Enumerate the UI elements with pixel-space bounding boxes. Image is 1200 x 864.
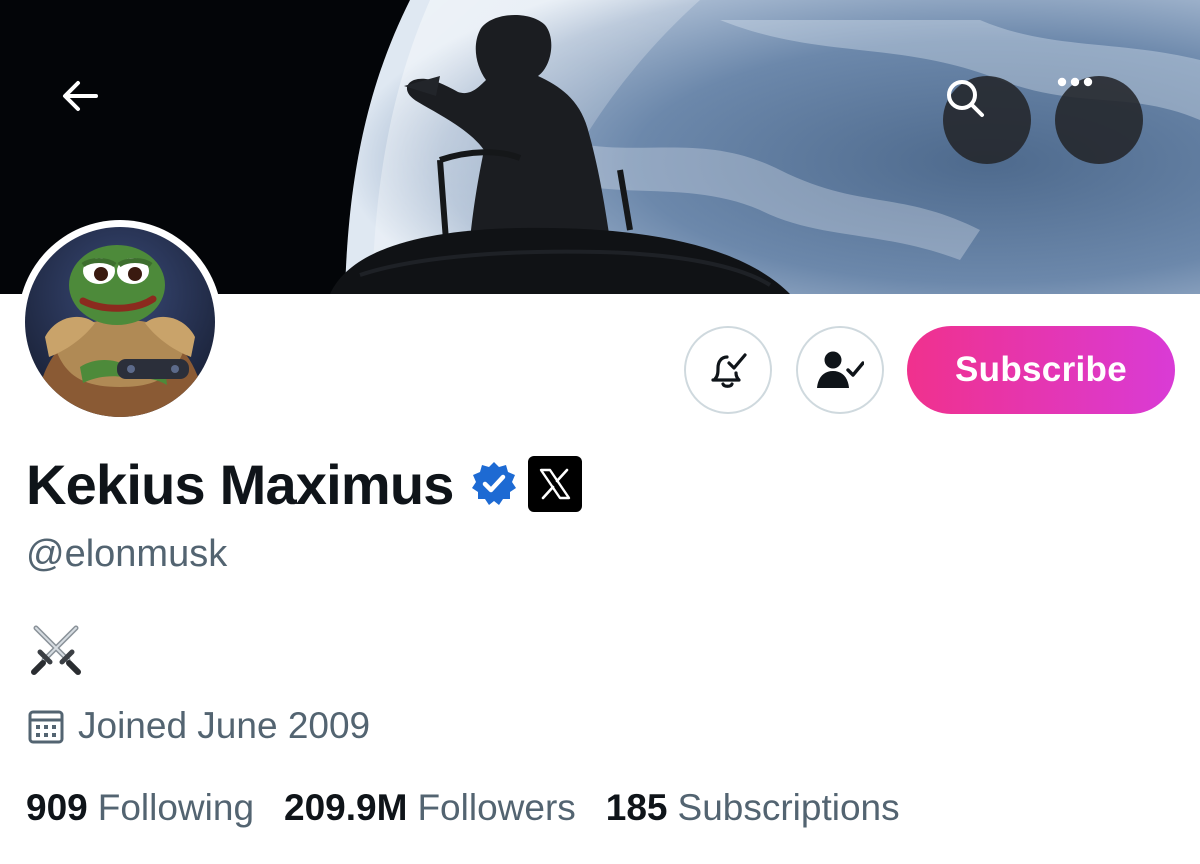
person-check-icon bbox=[817, 351, 864, 388]
display-name-row: Kekius Maximus bbox=[26, 448, 582, 520]
x-affiliation-badge[interactable] bbox=[527, 456, 582, 512]
search-icon bbox=[947, 80, 984, 117]
notifications-button[interactable] bbox=[684, 326, 772, 414]
joined-date: Joined June 2009 bbox=[78, 705, 371, 746]
crossed-swords-icon bbox=[31, 625, 81, 675]
subscriptions-label: Subscriptions bbox=[677, 787, 900, 828]
subscriptions-count: 185 bbox=[605, 787, 668, 828]
arrow-left-icon bbox=[63, 81, 98, 111]
more-button[interactable] bbox=[1055, 76, 1143, 164]
back-button[interactable] bbox=[60, 76, 144, 160]
avatar-image bbox=[25, 227, 215, 417]
following-label: Following bbox=[97, 787, 255, 828]
avatar[interactable] bbox=[18, 220, 222, 424]
followers-count: 209.9M bbox=[284, 787, 408, 828]
profile-stats: 909 Following 209.9M Followers 185 Subsc… bbox=[26, 782, 930, 834]
subscriptions-stat-link[interactable]: 185 Subscriptions bbox=[606, 787, 900, 829]
x-logo-icon bbox=[539, 468, 570, 500]
following-button[interactable] bbox=[796, 326, 884, 414]
display-name: Kekius Maximus bbox=[26, 452, 454, 516]
joined-date-row: Joined June 2009 bbox=[26, 700, 370, 752]
following-stat-link[interactable]: 909 Following bbox=[26, 787, 254, 829]
more-horizontal-icon bbox=[1057, 77, 1093, 87]
profile-page: Subscribe Kekius Maximus @elonmusk Joine… bbox=[0, 0, 1200, 864]
search-button[interactable] bbox=[943, 76, 1031, 164]
subscribe-button[interactable]: Subscribe bbox=[907, 326, 1175, 414]
following-count: 909 bbox=[26, 787, 88, 828]
verified-badge-icon[interactable] bbox=[470, 460, 518, 508]
followers-stat-link[interactable]: 209.9M Followers bbox=[284, 787, 576, 829]
calendar-icon bbox=[28, 710, 64, 744]
user-handle: @elonmusk bbox=[26, 533, 228, 575]
bell-check-icon bbox=[711, 353, 747, 388]
followers-label: Followers bbox=[417, 787, 576, 828]
